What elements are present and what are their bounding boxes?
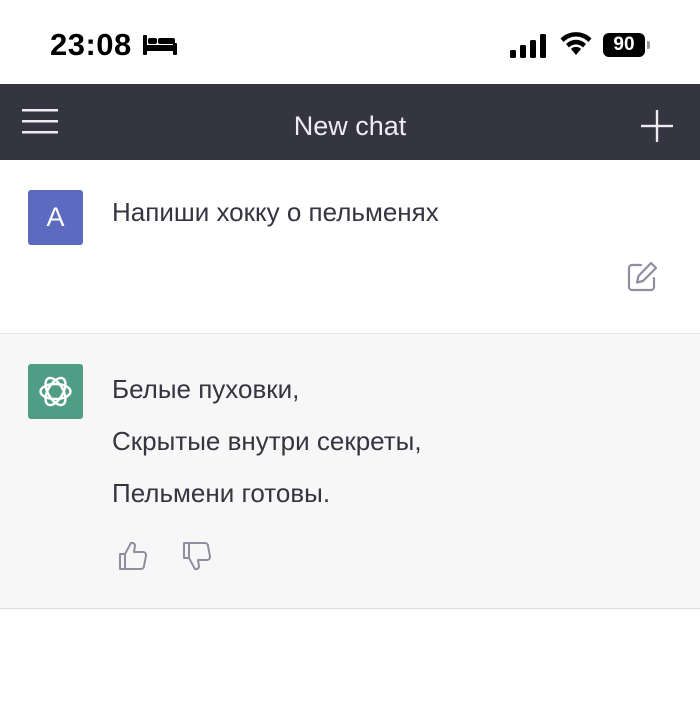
edit-icon[interactable]	[625, 260, 659, 294]
menu-icon[interactable]	[20, 106, 60, 138]
battery-cap	[647, 41, 650, 49]
assistant-line-3: Пельмени готовы.	[112, 478, 331, 508]
nav-bar: New chat	[0, 84, 700, 160]
status-bar: 23:08 90	[0, 0, 700, 84]
assistant-line-2: Скрытые внутри секреты,	[112, 426, 422, 456]
battery-level: 90	[603, 33, 645, 57]
assistant-avatar	[28, 364, 83, 419]
user-message-text: Напиши хокку о пельменях	[112, 197, 439, 227]
openai-logo-icon	[39, 376, 72, 407]
wifi-icon	[560, 32, 592, 55]
user-message: A Напиши хокку о пельменях	[0, 160, 700, 334]
thumbs-up-icon[interactable]	[117, 540, 149, 572]
assistant-message: Белые пуховки, Скрытые внутри секреты, П…	[0, 334, 700, 609]
assistant-line-1: Белые пуховки,	[112, 374, 300, 404]
user-avatar: A	[28, 190, 83, 245]
plus-icon[interactable]	[637, 106, 677, 146]
status-time: 23:08	[50, 27, 132, 62]
signal-icon	[510, 34, 546, 58]
page-title: New chat	[293, 111, 407, 141]
thumbs-down-icon[interactable]	[181, 540, 213, 572]
bed-icon	[143, 35, 177, 55]
battery-icon: 90	[603, 33, 651, 57]
